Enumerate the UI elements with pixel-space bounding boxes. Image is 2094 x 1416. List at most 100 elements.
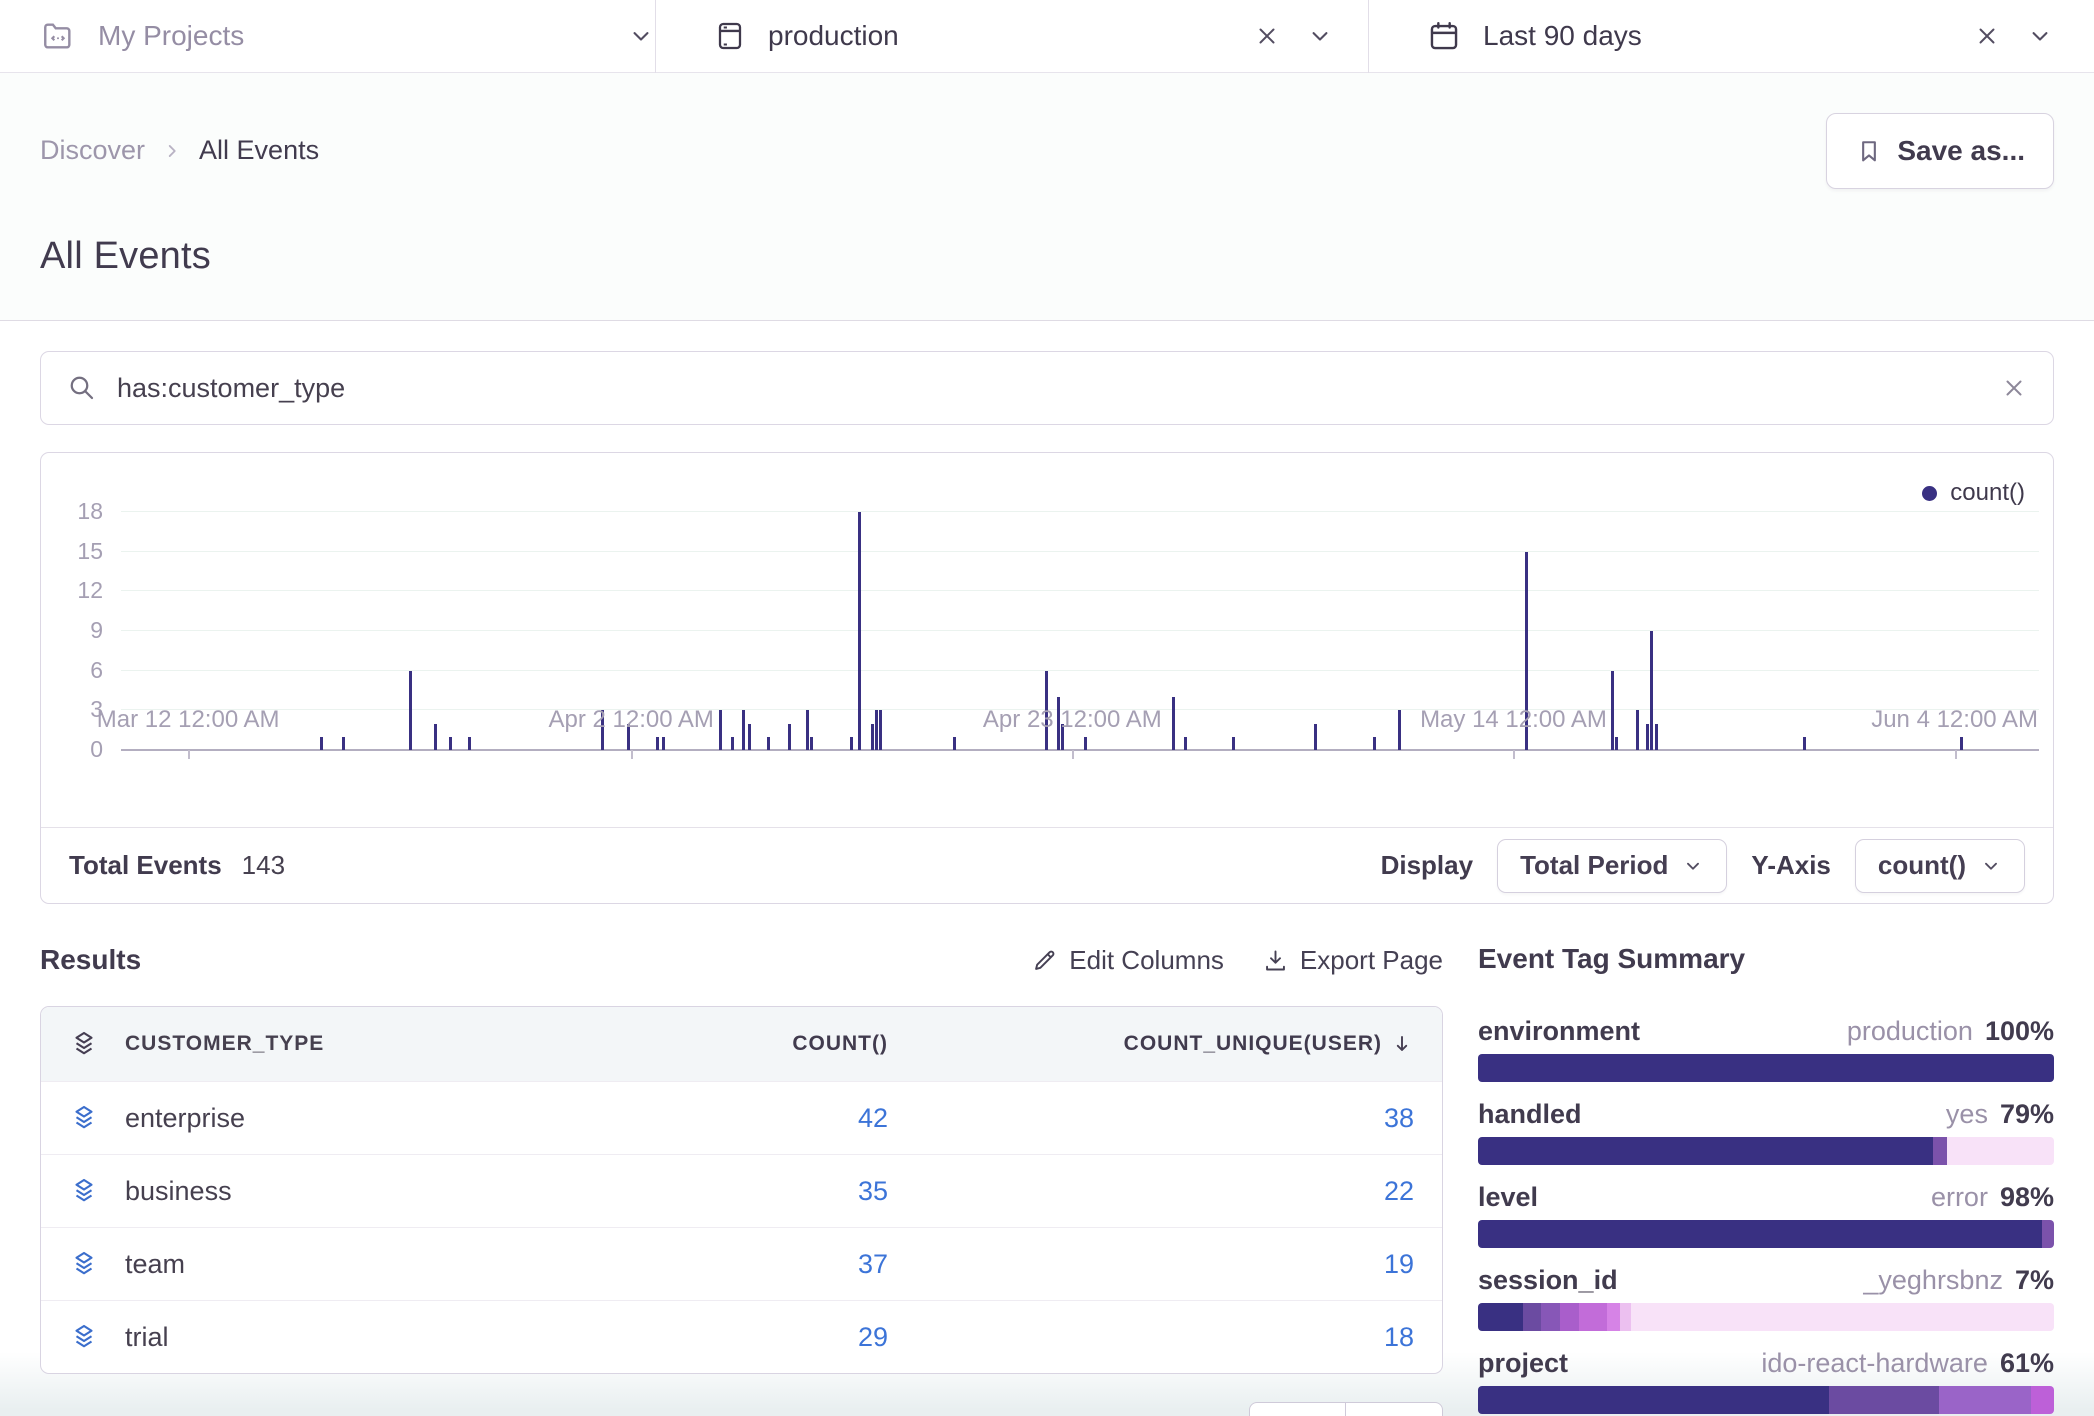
project-chevron-down-icon[interactable] xyxy=(627,22,655,50)
chart-bar xyxy=(810,737,813,750)
date-range-filter[interactable]: Last 90 days xyxy=(1369,0,2054,72)
tag-group-environment: environmentproduction100% xyxy=(1478,1016,2054,1082)
tag-bar-segment[interactable] xyxy=(1829,1386,1938,1414)
date-range-label: Last 90 days xyxy=(1483,20,1642,52)
tag-bar-segment[interactable] xyxy=(2031,1386,2054,1414)
tag-group-session_id: session_id_yeghrsbnz7% xyxy=(1478,1265,2054,1331)
project-filter[interactable]: My Projects xyxy=(40,0,655,72)
tag-bar-segment[interactable] xyxy=(1541,1303,1559,1331)
chart-bar xyxy=(875,710,878,750)
chart-bar xyxy=(1184,737,1187,750)
tag-bar[interactable] xyxy=(1478,1303,2054,1331)
tag-bar-segment[interactable] xyxy=(1939,1386,2031,1414)
export-page-button[interactable]: Export Page xyxy=(1262,945,1443,976)
count-cell-link[interactable]: 42 xyxy=(688,1103,888,1134)
project-folder-icon xyxy=(40,19,76,53)
pagination-prev-button[interactable] xyxy=(1249,1402,1347,1416)
count-unique-cell-link[interactable]: 18 xyxy=(914,1322,1414,1353)
search-input[interactable]: has:customer_type xyxy=(117,373,1981,404)
customer-type-cell: business xyxy=(125,1176,662,1207)
column-header-count-unique[interactable]: COUNT_UNIQUE(USER) xyxy=(914,1032,1414,1056)
tag-bar-segment[interactable] xyxy=(1560,1303,1580,1331)
chart-bar xyxy=(656,737,659,750)
table-row: business 35 22 xyxy=(41,1154,1442,1227)
column-header-customer-type[interactable]: CUSTOMER_TYPE xyxy=(125,1032,662,1056)
tag-top-value: production xyxy=(1847,1016,1973,1046)
results-table: CUSTOMER_TYPE COUNT() COUNT_UNIQUE(USER)… xyxy=(40,1006,1443,1374)
search-bar[interactable]: has:customer_type xyxy=(40,351,2054,425)
tag-bar-segment[interactable] xyxy=(1947,1137,2054,1165)
pagination-next-button[interactable] xyxy=(1345,1402,1443,1416)
tag-bar-segment[interactable] xyxy=(1478,1137,1933,1165)
display-select[interactable]: Total Period xyxy=(1497,839,1727,893)
layers-icon[interactable] xyxy=(69,1029,99,1059)
gridline xyxy=(121,590,2039,591)
bookmark-icon xyxy=(1855,137,1883,165)
edit-columns-button[interactable]: Edit Columns xyxy=(1031,945,1224,976)
chart-footer: Total Events 143 Display Total Period Y-… xyxy=(41,827,2053,903)
tag-bar[interactable] xyxy=(1478,1054,2054,1082)
layers-icon[interactable] xyxy=(69,1249,99,1279)
yaxis-select[interactable]: count() xyxy=(1855,839,2025,893)
layers-icon[interactable] xyxy=(69,1176,99,1206)
tag-bar[interactable] xyxy=(1478,1220,2054,1248)
count-unique-cell-link[interactable]: 38 xyxy=(914,1103,1414,1134)
table-row: trial2918 xyxy=(41,1300,1442,1373)
chart-bar xyxy=(748,724,751,750)
tag-percent: 79% xyxy=(2000,1099,2054,1129)
breadcrumb-discover-link[interactable]: Discover xyxy=(40,135,145,166)
count-cell-link[interactable]: 29 xyxy=(688,1322,888,1353)
environment-chevron-down-icon[interactable] xyxy=(1306,22,1334,50)
count-cell-link[interactable]: 35 xyxy=(688,1176,888,1207)
count-unique-cell-link[interactable]: 22 xyxy=(914,1176,1414,1207)
column-header-count[interactable]: COUNT() xyxy=(688,1032,888,1056)
tag-bar-segment[interactable] xyxy=(1607,1303,1620,1331)
tag-bar[interactable] xyxy=(1478,1386,2054,1414)
environment-clear-icon[interactable] xyxy=(1254,23,1280,49)
tag-list: environmentproduction100%handledyes79%le… xyxy=(1478,1016,2054,1414)
total-events-label: Total Events xyxy=(69,850,222,881)
tag-bar-segment[interactable] xyxy=(1478,1054,2054,1082)
tag-bar-segment[interactable] xyxy=(1478,1386,1829,1414)
tag-bar-segment[interactable] xyxy=(1620,1303,1630,1331)
tag-name: environment xyxy=(1478,1016,1640,1046)
display-select-value: Total Period xyxy=(1520,850,1668,881)
tag-bar-segment[interactable] xyxy=(1579,1303,1607,1331)
tag-group-level: levelerror98% xyxy=(1478,1182,2054,1248)
legend-dot-icon xyxy=(1922,486,1937,501)
layers-icon[interactable] xyxy=(69,1322,99,1352)
customer-type-cell: enterprise xyxy=(125,1103,662,1134)
layers-icon[interactable] xyxy=(69,1103,99,1133)
y-axis-tick-label: 3 xyxy=(41,696,103,723)
environment-filter[interactable]: production xyxy=(656,0,1368,72)
window-icon xyxy=(714,19,746,53)
calendar-icon xyxy=(1427,19,1461,53)
date-clear-icon[interactable] xyxy=(1974,23,2000,49)
pagination xyxy=(40,1402,1443,1416)
chart-bar xyxy=(1398,710,1401,750)
chart-bar xyxy=(434,724,437,750)
tag-bar-segment[interactable] xyxy=(1478,1220,2042,1248)
count-cell-link[interactable]: 37 xyxy=(688,1249,888,1280)
page-filter-bar: My Projects production xyxy=(0,0,2094,73)
breadcrumb-current: All Events xyxy=(199,135,319,166)
tag-bar-segment[interactable] xyxy=(1631,1303,2054,1331)
date-chevron-down-icon[interactable] xyxy=(2026,22,2054,50)
tag-top-value: ido-react-hardware xyxy=(1761,1348,1988,1378)
tag-bar[interactable] xyxy=(1478,1137,2054,1165)
x-axis-tick-label: Apr 2 12:00 AM xyxy=(548,706,713,734)
chart-legend[interactable]: count() xyxy=(1922,479,2025,507)
count-unique-cell-link[interactable]: 19 xyxy=(914,1249,1414,1280)
table-row: team3719 xyxy=(41,1227,1442,1300)
tag-bar-segment[interactable] xyxy=(1933,1137,1947,1165)
search-clear-icon[interactable] xyxy=(2001,375,2027,401)
page-header: Discover All Events Save as... All Event… xyxy=(0,73,2094,321)
y-axis-tick-label: 6 xyxy=(41,657,103,684)
project-filter-label: My Projects xyxy=(98,20,244,52)
tag-bar-segment[interactable] xyxy=(2042,1220,2054,1248)
chart-bar xyxy=(858,512,861,750)
tag-bar-segment[interactable] xyxy=(1523,1303,1541,1331)
tag-bar-segment[interactable] xyxy=(1478,1303,1523,1331)
display-label: Display xyxy=(1381,850,1474,881)
save-as-button[interactable]: Save as... xyxy=(1826,113,2054,189)
